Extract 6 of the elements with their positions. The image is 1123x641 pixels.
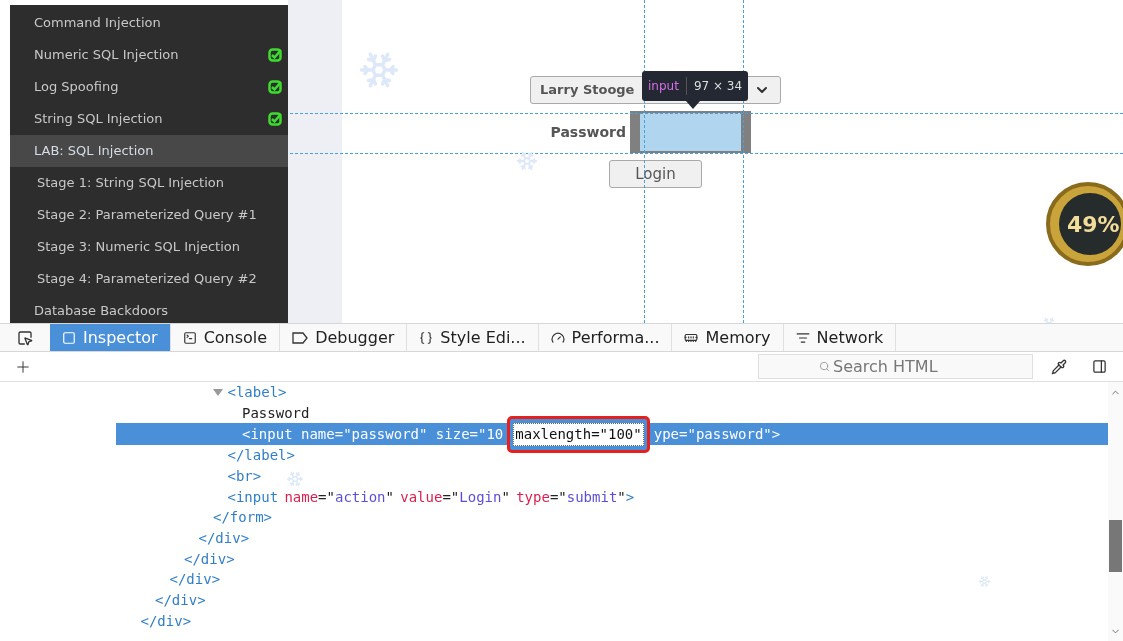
code-text: <input name="password" size="10 — [242, 424, 504, 444]
password-label: Password — [549, 122, 627, 142]
code-text: ype="password"> — [653, 424, 781, 444]
tooltip-tag: input — [648, 77, 687, 95]
badge-percent: 49% — [1067, 210, 1120, 239]
tooltip-size: 97 × 34 — [692, 78, 743, 95]
